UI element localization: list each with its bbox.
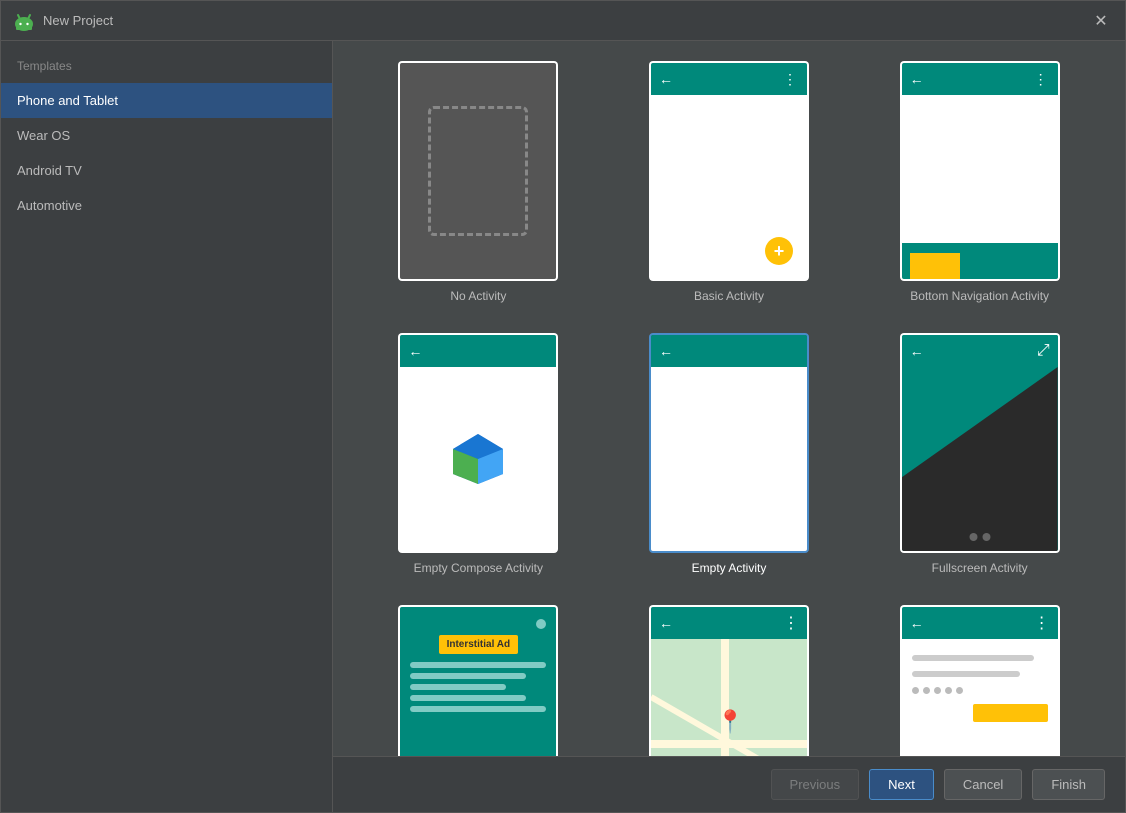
template-no-activity-preview <box>398 61 558 281</box>
template-no-activity[interactable]: No Activity <box>363 61 594 303</box>
template-basic-activity[interactable]: ← ⋮ + Basic Activity <box>614 61 845 303</box>
template-fullscreen-label: Fullscreen Activity <box>932 561 1028 575</box>
sidebar: Templates Phone and Tablet Wear OS Andro… <box>1 41 333 812</box>
sidebar-item-phone-tablet[interactable]: Phone and Tablet <box>1 83 332 118</box>
finish-button[interactable]: Finish <box>1032 769 1105 800</box>
close-button[interactable]: ✕ <box>1089 9 1113 33</box>
android-icon <box>13 10 35 32</box>
bottom-bar: Previous Next Cancel Finish <box>333 756 1125 812</box>
template-google-maps[interactable]: ← ⋮ 📍 <box>614 605 845 756</box>
template-interstitial-ad-preview: Interstitial Ad <box>398 605 558 756</box>
template-google-maps-preview: ← ⋮ 📍 <box>649 605 809 756</box>
template-no-activity-label: No Activity <box>450 289 506 303</box>
sidebar-section-label: Templates <box>1 41 332 83</box>
template-basic-activity-preview: ← ⋮ + <box>649 61 809 281</box>
sidebar-item-wear-os[interactable]: Wear OS <box>1 118 332 153</box>
cancel-button[interactable]: Cancel <box>944 769 1022 800</box>
previous-button[interactable]: Previous <box>771 769 860 800</box>
template-empty-activity-label: Empty Activity <box>692 561 767 575</box>
window-title: New Project <box>43 13 1089 28</box>
template-empty-activity-preview: ← <box>649 333 809 553</box>
template-bottom-nav[interactable]: ← ⋮ Bottom Navigation Activity <box>864 61 1095 303</box>
template-login[interactable]: ← ⋮ <box>864 605 1095 756</box>
templates-grid: No Activity ← ⋮ + <box>333 41 1125 756</box>
main-area: No Activity ← ⋮ + <box>333 41 1125 812</box>
map-arrow-svg <box>727 743 807 756</box>
template-basic-activity-label: Basic Activity <box>694 289 764 303</box>
template-empty-compose-preview: ← <box>398 333 558 553</box>
main-content: Templates Phone and Tablet Wear OS Andro… <box>1 41 1125 812</box>
template-interstitial-ad[interactable]: Interstitial Ad Interstitial Ad <box>363 605 594 756</box>
sidebar-item-automotive[interactable]: Automotive <box>1 188 332 223</box>
template-login-preview: ← ⋮ <box>900 605 1060 756</box>
template-empty-compose[interactable]: ← Empty Com <box>363 333 594 575</box>
interstitial-ad-label: Interstitial Ad <box>439 635 519 654</box>
template-empty-activity[interactable]: ← Empty Activity <box>614 333 845 575</box>
template-fullscreen-preview: ← ⤢ <box>900 333 1060 553</box>
new-project-window: New Project ✕ Templates Phone and Tablet… <box>0 0 1126 813</box>
next-button[interactable]: Next <box>869 769 934 800</box>
template-bottom-nav-label: Bottom Navigation Activity <box>910 289 1049 303</box>
template-empty-compose-label: Empty Compose Activity <box>414 561 543 575</box>
sidebar-item-android-tv[interactable]: Android TV <box>1 153 332 188</box>
cube-icon <box>448 429 508 489</box>
template-bottom-nav-preview: ← ⋮ <box>900 61 1060 281</box>
template-fullscreen[interactable]: ← ⤢ Fullscreen Activity <box>864 333 1095 575</box>
title-bar: New Project ✕ <box>1 1 1125 41</box>
